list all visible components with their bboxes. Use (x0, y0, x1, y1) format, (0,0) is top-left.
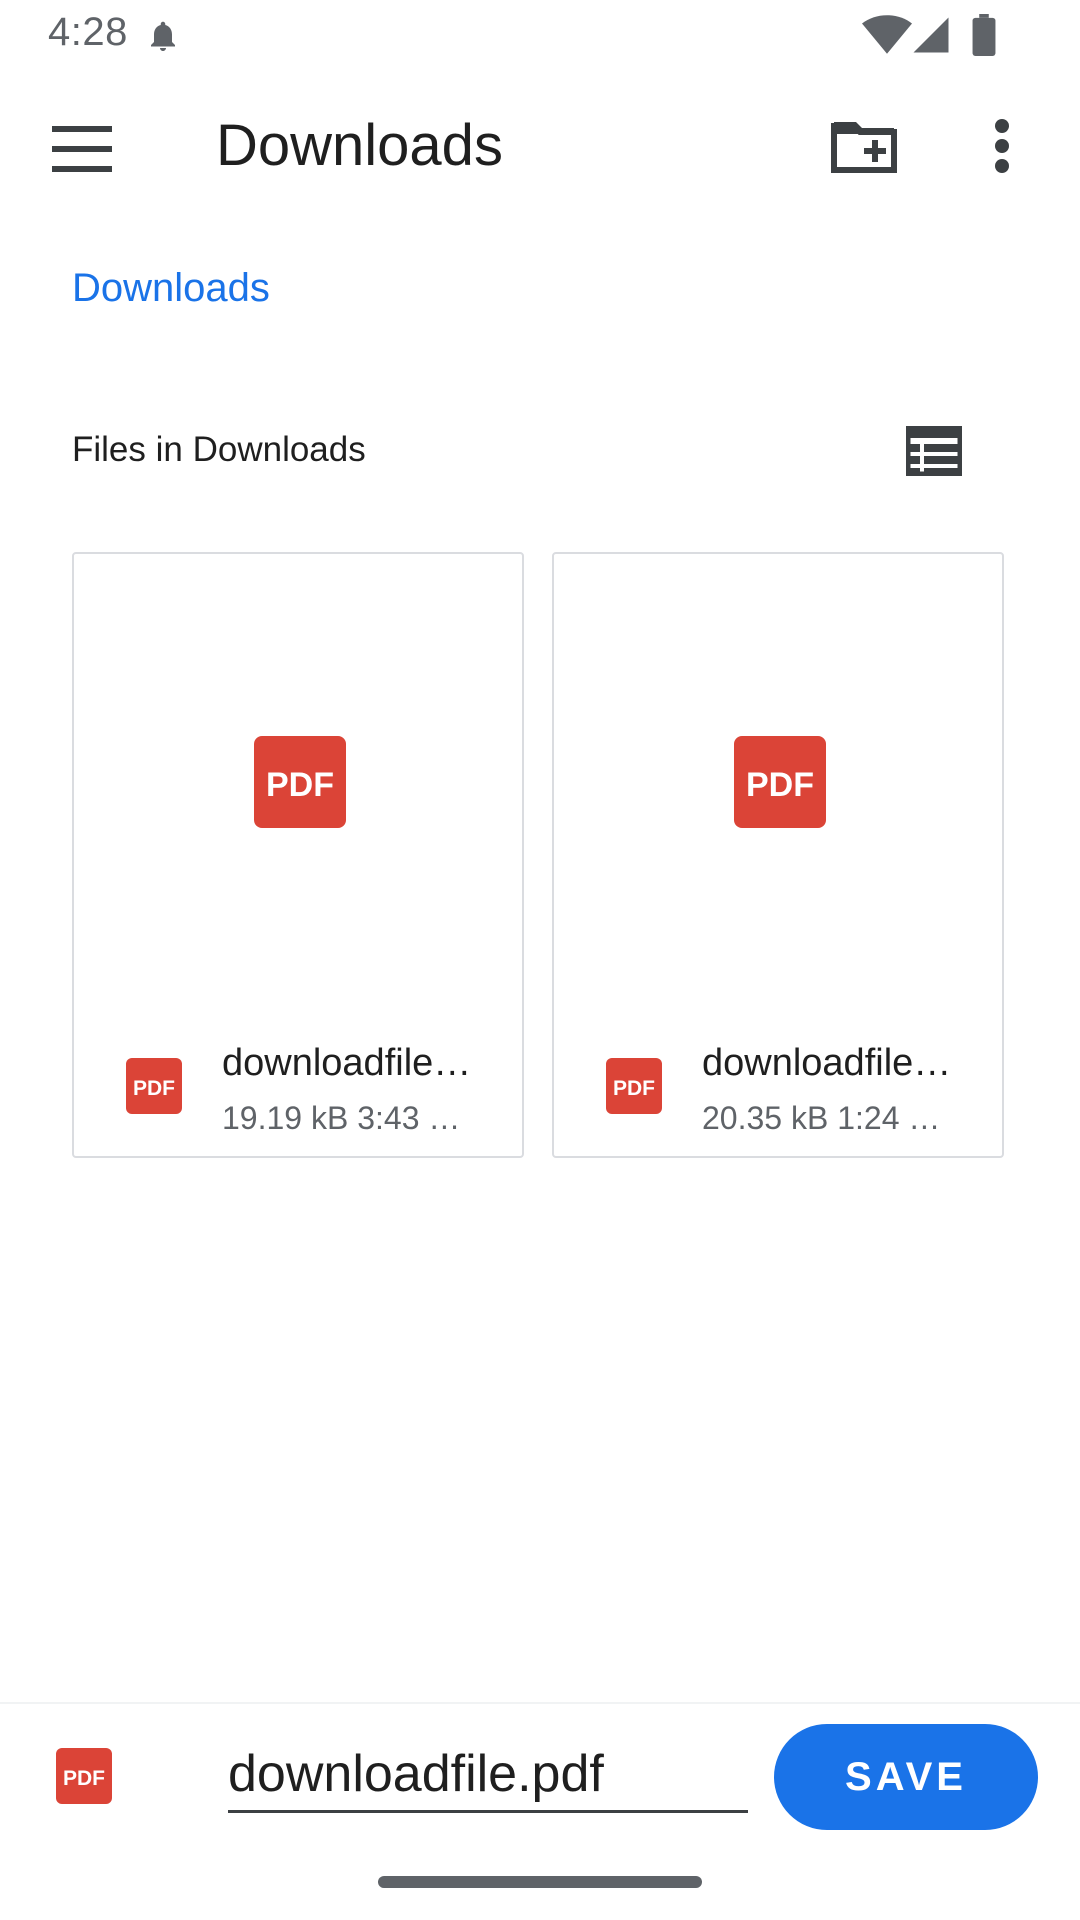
pdf-thumbnail-icon: PDF (254, 736, 346, 828)
svg-text:PDF: PDF (746, 766, 814, 804)
file-card[interactable]: PDF PDF downloadfile… 19.19 kB 3:43 … (72, 552, 524, 1158)
breadcrumb-downloads[interactable]: Downloads (72, 266, 270, 311)
section-title: Files in Downloads (72, 430, 366, 469)
svg-text:PDF: PDF (63, 1767, 105, 1790)
svg-text:PDF: PDF (613, 1077, 655, 1100)
save-button[interactable]: SAVE (774, 1724, 1038, 1830)
status-bar: 4:28 (0, 0, 1080, 72)
file-card[interactable]: PDF PDF downloadfile… 20.35 kB 1:24 … (552, 552, 1004, 1158)
app-bar: Downloads (0, 88, 1080, 200)
svg-text:PDF: PDF (266, 766, 334, 804)
pdf-icon: PDF (56, 1748, 112, 1804)
list-view-icon[interactable] (906, 426, 962, 476)
home-indicator[interactable] (378, 1876, 702, 1888)
status-time: 4:28 (48, 10, 128, 54)
svg-text:PDF: PDF (133, 1077, 175, 1100)
filename-input[interactable] (228, 1738, 748, 1813)
wifi-icon (862, 15, 912, 54)
notification-bell-icon (151, 21, 175, 51)
file-name: downloadfile… (222, 1042, 472, 1084)
menu-icon[interactable] (48, 118, 120, 178)
pdf-icon: PDF (126, 1058, 182, 1114)
page-title: Downloads (216, 113, 503, 178)
cellular-signal-icon (913, 17, 949, 53)
create-folder-icon[interactable] (830, 116, 898, 176)
file-meta: 19.19 kB 3:43 … (222, 1100, 461, 1136)
file-meta: 20.35 kB 1:24 … (702, 1100, 941, 1136)
more-vert-icon[interactable] (984, 116, 1020, 176)
file-name: downloadfile… (702, 1042, 952, 1084)
pdf-thumbnail-icon: PDF (734, 736, 826, 828)
screen: 4:28 Downloads Downloads Files in Downlo… (0, 0, 1080, 1920)
pdf-icon: PDF (606, 1058, 662, 1114)
battery-icon (972, 14, 996, 56)
